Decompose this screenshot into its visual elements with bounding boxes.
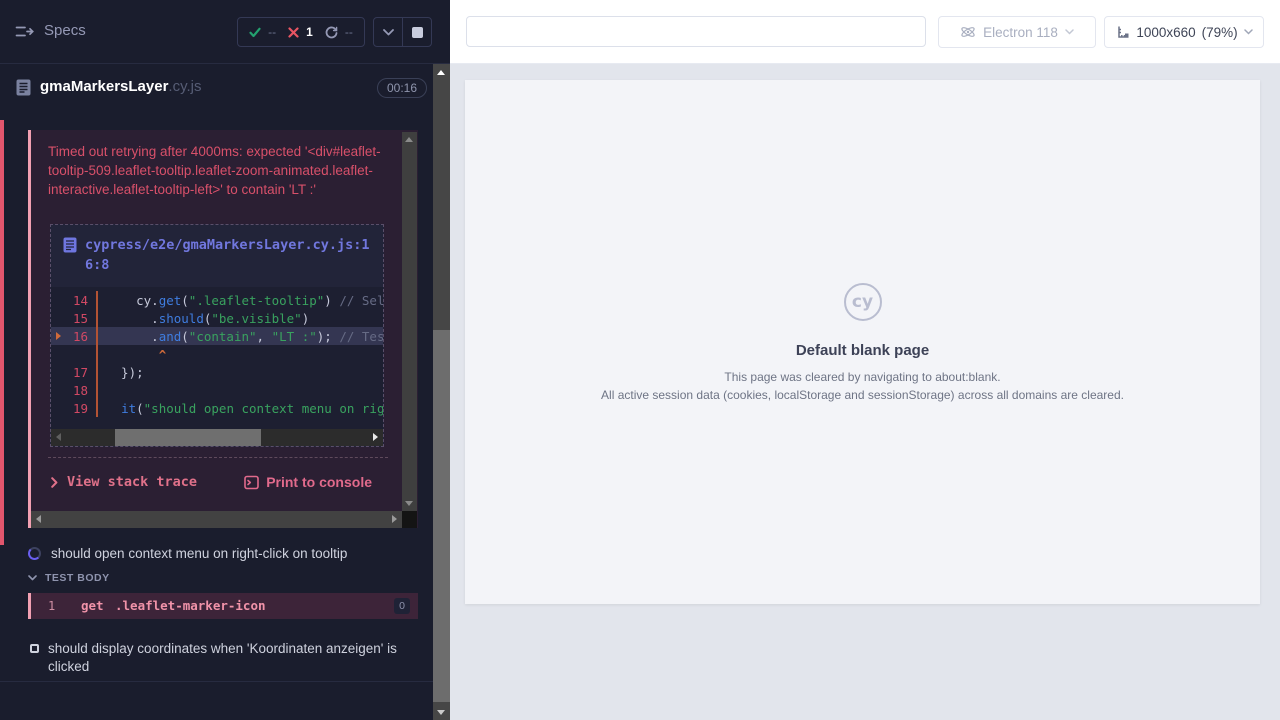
- stop-button[interactable]: [402, 18, 431, 46]
- print-to-console-button[interactable]: Print to console: [244, 474, 372, 490]
- sidebar-bottom-divider: [0, 681, 433, 682]
- code-line: 17 });: [51, 363, 383, 381]
- test-body-section-header[interactable]: TEST BODY: [28, 572, 110, 584]
- scroll-right-arrow-icon[interactable]: [392, 515, 397, 523]
- code-lines: 14 cy.get(".leaflet-tooltip") // Sele15 …: [51, 287, 383, 429]
- failed-attempt-marker: [0, 120, 4, 545]
- scroll-up-arrow-icon[interactable]: [437, 70, 445, 75]
- code-frame-file-path: cypress/e2e/gmaMarkersLayer.cy.js:16:8: [85, 235, 371, 275]
- cy-logo: cy: [844, 283, 882, 321]
- code-line: 15 .should("be.visible"): [51, 309, 383, 327]
- view-stack-trace-label: View stack trace: [67, 474, 197, 490]
- error-panel-horizontal-scrollbar[interactable]: [31, 511, 402, 528]
- viewport-scale-label: (79%): [1202, 25, 1238, 40]
- chevron-down-icon: [1065, 29, 1074, 35]
- chevron-down-icon: [28, 575, 37, 581]
- viewport-size-label: 1000x660: [1136, 25, 1195, 40]
- print-to-console-label: Print to console: [266, 474, 372, 490]
- test-item-running[interactable]: should open context menu on right-click …: [28, 546, 347, 561]
- error-panel: Timed out retrying after 4000ms: expecte…: [28, 130, 418, 528]
- check-icon: [249, 27, 261, 38]
- error-message: Timed out retrying after 4000ms: expecte…: [48, 142, 384, 199]
- blank-page-line1: This page was cleared by navigating to a…: [724, 370, 1000, 384]
- error-line-arrow-icon: [56, 332, 61, 340]
- code-line: 19 it("should open context menu on righ: [51, 399, 383, 417]
- command-number: 1: [48, 599, 55, 613]
- viewport-size-icon: [1115, 25, 1130, 40]
- x-icon: [288, 27, 299, 38]
- blank-page-title: Default blank page: [796, 342, 929, 359]
- specs-title: Specs: [44, 22, 86, 39]
- view-stack-trace-link[interactable]: View stack trace: [51, 474, 197, 490]
- code-line: 14 cy.get(".leaflet-tooltip") // Sele: [51, 291, 383, 309]
- code-frame-file-link[interactable]: cypress/e2e/gmaMarkersLayer.cy.js:16:8: [51, 225, 383, 285]
- window-vertical-scrollbar[interactable]: [433, 64, 450, 720]
- command-method: get: [81, 598, 104, 613]
- scroll-left-arrow-icon[interactable]: [56, 433, 61, 441]
- viewport-size-select[interactable]: 1000x660 (79%): [1104, 16, 1264, 48]
- command-log-row[interactable]: 1 get .leaflet-marker-icon 0: [28, 593, 418, 619]
- passed-count: --: [268, 25, 276, 39]
- spec-file-icon: [16, 79, 31, 96]
- window-scroll-thumb[interactable]: [433, 330, 450, 702]
- test-body-label: TEST BODY: [45, 572, 110, 584]
- error-footer-divider: [48, 457, 388, 458]
- refresh-icon: [325, 26, 338, 39]
- code-line: 18: [51, 381, 383, 399]
- command-count-badge: 0: [394, 598, 410, 614]
- chevron-right-icon: [51, 477, 58, 488]
- scroll-down-arrow-icon[interactable]: [405, 501, 413, 506]
- electron-icon: [960, 24, 976, 40]
- test-title: should open context menu on right-click …: [51, 546, 347, 561]
- spinner-icon: [28, 547, 41, 560]
- code-frame: cypress/e2e/gmaMarkersLayer.cy.js:16:8 1…: [50, 224, 384, 447]
- test-title: should display coordinates when 'Koordin…: [48, 640, 400, 676]
- scroll-right-arrow-icon[interactable]: [373, 433, 378, 441]
- collapse-all-button[interactable]: [374, 18, 402, 46]
- spec-duration-badge: 00:16: [377, 78, 427, 98]
- chevron-down-icon: [1244, 29, 1253, 35]
- code-file-icon: [63, 237, 77, 275]
- terminal-icon: [244, 475, 259, 490]
- error-panel-vertical-scrollbar[interactable]: [402, 132, 417, 511]
- code-horizontal-scrollbar[interactable]: [51, 429, 383, 446]
- sidebar-toggle-icon[interactable]: [15, 24, 34, 39]
- scroll-down-arrow-icon[interactable]: [437, 710, 445, 715]
- test-stats: -- 1 --: [237, 17, 365, 47]
- pending-square-icon: [30, 644, 39, 653]
- spec-name: gmaMarkersLayer.cy.js: [40, 78, 201, 95]
- browser-label: Electron 118: [983, 25, 1058, 40]
- scroll-up-arrow-icon[interactable]: [405, 137, 413, 142]
- spec-header-row[interactable]: gmaMarkersLayer.cy.js 00:16: [0, 64, 433, 112]
- reporter-header: Specs -- 1 --: [0, 0, 450, 64]
- code-scroll-thumb[interactable]: [115, 429, 261, 446]
- spec-extension: .cy.js: [168, 78, 201, 95]
- cypress-reporter-sidebar: Specs -- 1 -- gma: [0, 0, 450, 720]
- scrollbar-corner: [402, 511, 417, 528]
- code-line: 16 .and("contain", "LT :"); // Test: [51, 327, 383, 345]
- test-item-pending[interactable]: should display coordinates when 'Koordin…: [30, 640, 400, 676]
- scroll-left-arrow-icon[interactable]: [36, 515, 41, 523]
- blank-page-message: cy Default blank page This page was clea…: [465, 283, 1260, 406]
- pending-count: --: [345, 25, 353, 39]
- failed-count: 1: [306, 25, 313, 39]
- browser-toolbar: Electron 118 1000x660 (79%): [450, 0, 1280, 64]
- code-line: ^: [51, 345, 383, 363]
- run-controls: [373, 17, 432, 47]
- browser-select[interactable]: Electron 118: [938, 16, 1096, 48]
- blank-page-line2: All active session data (cookies, localS…: [601, 388, 1124, 402]
- command-target: .leaflet-marker-icon: [115, 598, 266, 613]
- aut-viewport: cy Default blank page This page was clea…: [465, 80, 1260, 604]
- stop-icon: [412, 27, 423, 38]
- url-input[interactable]: [466, 16, 926, 47]
